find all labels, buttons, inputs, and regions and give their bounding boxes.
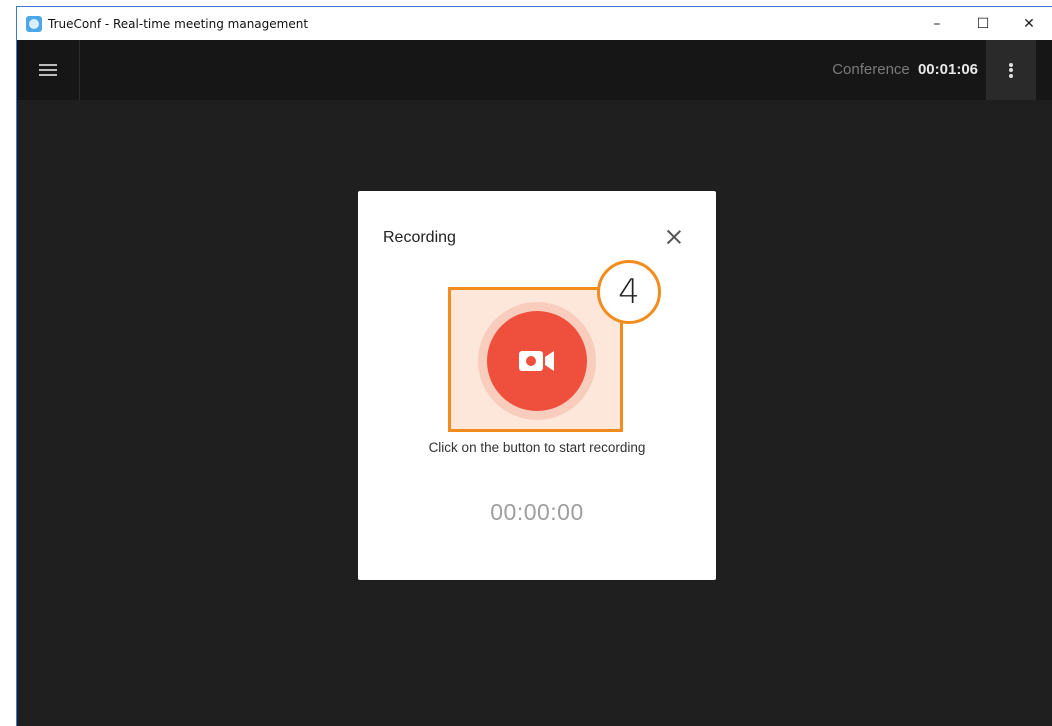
main-menu-button[interactable] bbox=[17, 40, 80, 100]
conference-status: Conference 00:01:06 bbox=[832, 40, 978, 100]
conference-label: Conference bbox=[832, 61, 910, 78]
window-title: TrueConf - Real-time meeting management bbox=[48, 16, 309, 31]
hamburger-menu-icon bbox=[39, 61, 57, 79]
close-window-button[interactable]: ✕ bbox=[1006, 7, 1052, 40]
recording-dialog: Recording 4 Click on the button to start… bbox=[358, 191, 716, 580]
recording-hint: Click on the button to start recording bbox=[428, 440, 646, 455]
trueconf-logo-icon bbox=[26, 15, 42, 32]
conference-duration: 00:01:06 bbox=[917, 61, 978, 78]
recording-timer: 00:00:00 bbox=[490, 499, 584, 525]
more-options-button[interactable] bbox=[986, 40, 1036, 100]
conference-top-bar: Conference 00:01:06 bbox=[17, 40, 1052, 100]
minimize-button[interactable]: – bbox=[914, 7, 960, 40]
window-controls: – ☐ ✕ bbox=[914, 7, 1052, 40]
close-icon[interactable] bbox=[664, 227, 684, 247]
step-number-badge: 4 bbox=[597, 260, 661, 324]
title-bar: TrueConf - Real-time meeting management … bbox=[17, 7, 1052, 40]
app-window: TrueConf - Real-time meeting management … bbox=[16, 6, 1052, 726]
maximize-button[interactable]: ☐ bbox=[960, 7, 1006, 40]
dialog-title: Recording bbox=[383, 229, 456, 246]
start-recording-button[interactable] bbox=[487, 311, 587, 411]
video-camera-icon bbox=[519, 351, 554, 371]
kebab-menu-icon bbox=[1009, 61, 1013, 79]
